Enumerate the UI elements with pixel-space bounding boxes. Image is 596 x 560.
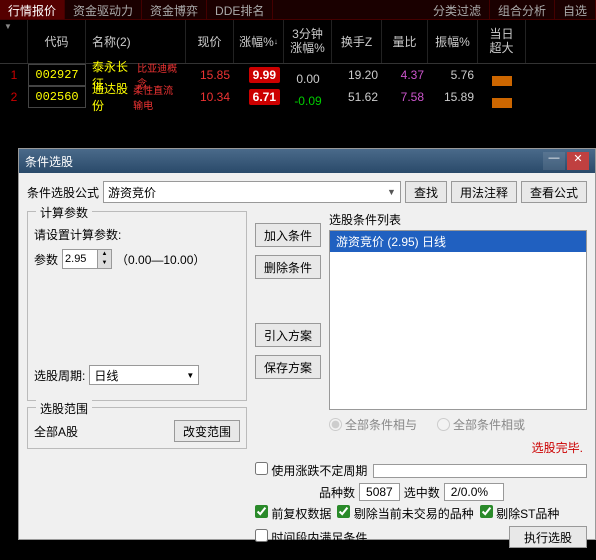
run-selection-button[interactable]: 执行选股 [509,526,587,548]
dialog-title: 条件选股 [25,153,73,170]
day-big [478,64,526,86]
tab-filter[interactable]: 分类过滤 [425,0,490,19]
vol-ratio: 7.58 [382,86,428,108]
scope-value: 全部A股 [34,423,170,440]
condition-stock-dialog: 条件选股 — ✕ 条件选股公式 游资竞价 ▼ 查找 用法注释 查看公式 计算参数… [18,148,596,540]
vol-ratio: 4.37 [382,64,428,86]
period-label: 选股周期: [34,367,85,384]
change-pct: 9.99 [234,64,284,86]
selected-value: 2/0.0% [444,483,504,501]
import-scheme-button[interactable]: 引入方案 [255,323,321,347]
change-3min: 0.00 [284,64,332,86]
turnover: 19.20 [332,64,382,86]
row-index: 2 [0,86,28,108]
progress-bar [373,464,587,478]
day-big [478,86,526,108]
tab-quotes[interactable]: 行情报价 [0,0,65,19]
cycle-checkbox[interactable]: 使用涨跌不定周期 [255,462,367,479]
condition-listbox[interactable]: 游资竞价 (2.95) 日线 [329,230,587,410]
calc-hint: 请设置计算参数: [34,226,240,243]
change-scope-button[interactable]: 改变范围 [174,420,240,442]
param-spinner[interactable]: ▲▼ [62,249,112,269]
save-scheme-button[interactable]: 保存方案 [255,355,321,379]
sort-icon: ▼ [4,22,12,31]
view-formula-button[interactable]: 查看公式 [521,181,587,203]
col-volratio[interactable]: 量比 [382,20,428,63]
calc-params-group: 计算参数 请设置计算参数: 参数 ▲▼ （0.00—10.00） 选股周期: [27,211,247,401]
spin-down-icon[interactable]: ▼ [97,259,111,268]
amplitude: 5.76 [428,64,478,86]
col-price[interactable]: 现价 [186,20,234,63]
change-pct: 6.71 [234,86,284,108]
col-name[interactable]: 名称(2) [86,20,186,63]
count-label: 品种数 [319,484,355,501]
tab-fund-game[interactable]: 资金博弈 [142,0,207,19]
fq-checkbox[interactable]: 前复权数据 [255,505,331,522]
price: 15.85 [186,64,234,86]
col-pct[interactable]: 涨幅%↓ [234,20,284,63]
spin-up-icon[interactable]: ▲ [97,250,111,259]
usage-button[interactable]: 用法注释 [451,181,517,203]
row-index: 1 [0,64,28,86]
table-header: ▼ 代码 名称(2) 现价 涨幅%↓ 3分钟涨幅% 换手Z 量比 振幅% 当日超… [0,20,596,64]
tab-dde[interactable]: DDE排名 [207,0,273,19]
stock-name[interactable]: 通达股份柔性直流输电 [86,86,186,108]
col-amplitude[interactable]: 振幅% [428,20,478,63]
status-text: 选股完毕. [333,439,583,456]
tab-self[interactable]: 自选 [555,0,596,19]
find-button[interactable]: 查找 [405,181,447,203]
condition-list-label: 选股条件列表 [329,211,587,228]
dialog-titlebar[interactable]: 条件选股 — ✕ [19,149,595,173]
col-daybig[interactable]: 当日超大 [478,20,526,63]
count-value: 5087 [359,483,400,501]
param-label: 参数 [34,251,58,268]
minimize-button[interactable]: — [543,152,565,170]
period-combo[interactable]: 日线 ▼ [89,365,199,385]
amplitude: 15.89 [428,86,478,108]
table-row[interactable]: 1 002927 泰永长征比亚迪概念 15.85 9.99 0.00 19.20… [0,64,596,86]
col-3min[interactable]: 3分钟涨幅% [284,20,332,63]
col-turnover[interactable]: 换手Z [332,20,382,63]
add-condition-button[interactable]: 加入条件 [255,223,321,247]
tab-combo[interactable]: 组合分析 [490,0,555,19]
formula-label: 条件选股公式 [27,184,99,201]
param-range: （0.00—10.00） [116,251,205,268]
time-checkbox[interactable]: 时间段内满足条件 [255,529,367,546]
param-input[interactable] [63,250,97,268]
radio-or[interactable]: 全部条件相或 [437,416,525,433]
tab-fund-drive[interactable]: 资金驱动力 [65,0,142,19]
col-code[interactable]: 代码 [28,20,86,63]
delete-condition-button[interactable]: 删除条件 [255,255,321,279]
exclude-checkbox[interactable]: 剔除当前未交易的品种 [337,505,473,522]
selected-label: 选中数 [404,484,440,501]
scope-group: 选股范围 全部A股 改变范围 [27,407,247,449]
stock-code[interactable]: 002560 [28,86,86,108]
chevron-down-icon: ▼ [387,187,396,197]
list-item[interactable]: 游资竞价 (2.95) 日线 [330,231,586,252]
chevron-down-icon: ▼ [186,371,194,380]
turnover: 51.62 [332,86,382,108]
change-3min: -0.09 [284,86,332,108]
price: 10.34 [186,86,234,108]
stock-code[interactable]: 002927 [28,64,86,86]
formula-combo[interactable]: 游资竞价 ▼ [103,181,401,203]
st-checkbox[interactable]: 剔除ST品种 [480,505,560,522]
top-tab-bar: 行情报价 资金驱动力 资金博弈 DDE排名 分类过滤 组合分析 自选 [0,0,596,20]
close-button[interactable]: ✕ [567,152,589,170]
col-index[interactable]: ▼ [0,20,28,63]
table-row[interactable]: 2 002560 通达股份柔性直流输电 10.34 6.71 -0.09 51.… [0,86,596,108]
radio-and[interactable]: 全部条件相与 [329,416,417,433]
